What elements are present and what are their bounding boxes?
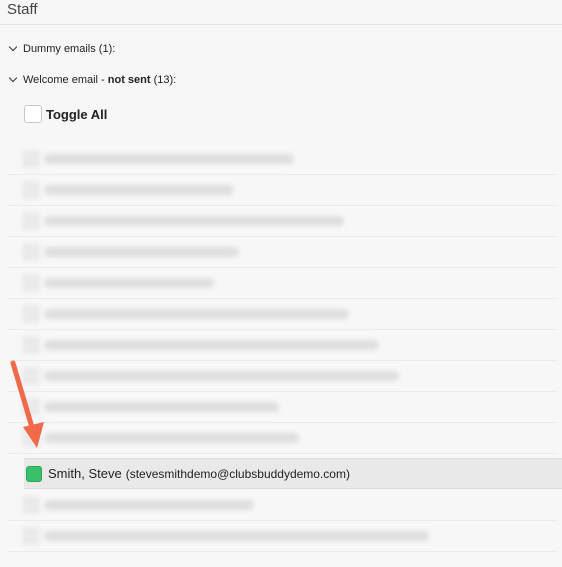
list-item[interactable]	[8, 521, 558, 552]
redacted-text	[44, 371, 399, 381]
list-item[interactable]	[8, 490, 558, 521]
redacted-text	[44, 216, 344, 226]
list-item[interactable]	[8, 423, 558, 454]
checkbox[interactable]	[22, 181, 40, 199]
toggle-all-checkbox[interactable]	[24, 105, 42, 123]
section-label: Dummy emails (1):	[23, 43, 116, 55]
toggle-all-label: Toggle All	[46, 106, 108, 122]
checkbox[interactable]	[22, 274, 40, 292]
section-label-count: (13):	[150, 74, 177, 86]
section-dummy-emails[interactable]: Dummy emails (1):	[8, 42, 116, 55]
section-welcome-email[interactable]: Welcome email - not sent (13):	[8, 73, 177, 86]
list-item[interactable]	[8, 206, 558, 237]
chevron-down-icon	[8, 42, 18, 52]
page-title: Staff	[0, 0, 562, 25]
checkbox[interactable]	[22, 150, 40, 168]
checkbox[interactable]	[22, 527, 40, 545]
checked-checkbox[interactable]	[26, 465, 42, 482]
list-item[interactable]	[8, 392, 558, 423]
checkbox[interactable]	[22, 367, 40, 385]
checkbox[interactable]	[22, 212, 40, 230]
redacted-text	[44, 340, 379, 350]
section-label-status: not sent	[107, 74, 151, 86]
redacted-text	[44, 531, 429, 541]
list-item[interactable]	[8, 175, 558, 206]
redacted-text	[44, 247, 239, 257]
list-item[interactable]	[8, 268, 558, 299]
toggle-all[interactable]: Toggle All	[24, 105, 107, 123]
checkbox[interactable]	[22, 305, 40, 323]
selected-recipient-row[interactable]: Smith, Steve (stevesmithdemo@clubsbuddyd…	[24, 458, 562, 489]
recipient-email: (stevesmithdemo@clubsbuddydemo.com)	[125, 466, 350, 481]
checkbox[interactable]	[22, 336, 40, 354]
checkbox[interactable]	[22, 496, 40, 514]
redacted-text	[44, 185, 234, 195]
list-item[interactable]	[8, 361, 558, 392]
section-label-prefix: Welcome email -	[23, 74, 108, 86]
checkbox[interactable]	[22, 243, 40, 261]
list-item[interactable]	[8, 237, 558, 268]
redacted-text	[44, 309, 349, 319]
checkbox[interactable]	[22, 429, 40, 447]
chevron-down-icon	[8, 73, 18, 83]
redacted-text	[44, 433, 299, 443]
redacted-text	[44, 402, 279, 412]
redacted-text	[44, 500, 254, 510]
list-item[interactable]	[8, 330, 558, 361]
recipient-name: Smith, Steve	[48, 466, 122, 481]
list-item[interactable]	[8, 299, 558, 330]
list-item[interactable]	[8, 144, 558, 175]
checkbox[interactable]	[22, 398, 40, 416]
redacted-text	[44, 278, 214, 288]
redacted-text	[44, 154, 294, 164]
